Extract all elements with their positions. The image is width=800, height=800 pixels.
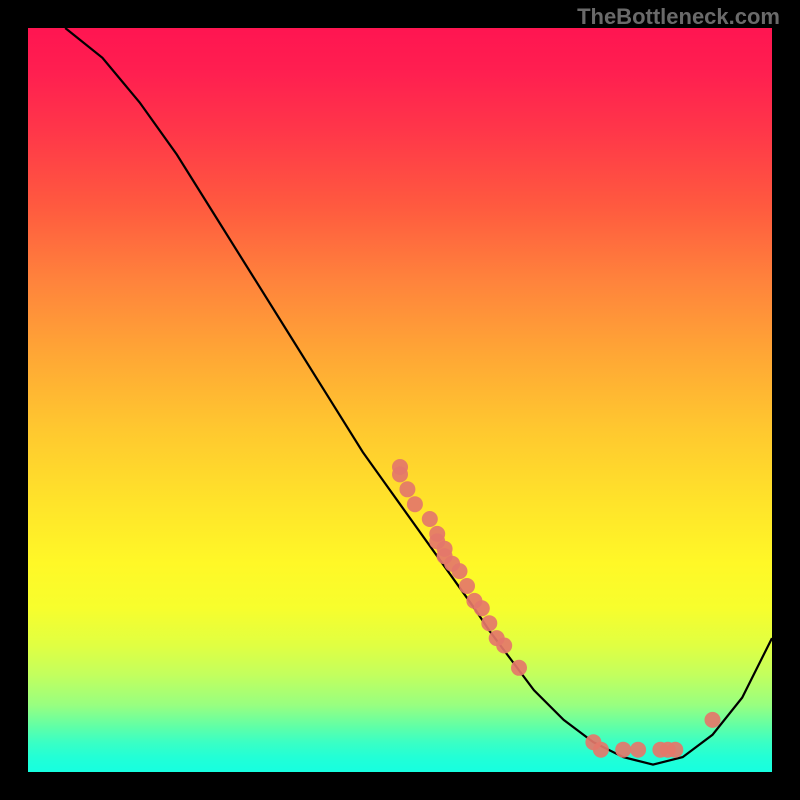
data-point bbox=[407, 496, 423, 512]
data-point bbox=[452, 563, 468, 579]
data-point bbox=[615, 742, 631, 758]
data-point bbox=[511, 660, 527, 676]
data-point bbox=[481, 615, 497, 631]
data-point bbox=[399, 481, 415, 497]
data-point bbox=[474, 600, 490, 616]
data-point bbox=[593, 742, 609, 758]
data-point bbox=[630, 742, 646, 758]
data-point bbox=[422, 511, 438, 527]
data-point bbox=[459, 578, 475, 594]
bottleneck-curve bbox=[65, 28, 772, 765]
data-point bbox=[667, 742, 683, 758]
watermark-text: TheBottleneck.com bbox=[577, 4, 780, 30]
plot-area bbox=[28, 28, 772, 772]
data-point bbox=[705, 712, 721, 728]
data-point bbox=[496, 638, 512, 654]
data-point bbox=[392, 466, 408, 482]
chart-overlay bbox=[28, 28, 772, 772]
